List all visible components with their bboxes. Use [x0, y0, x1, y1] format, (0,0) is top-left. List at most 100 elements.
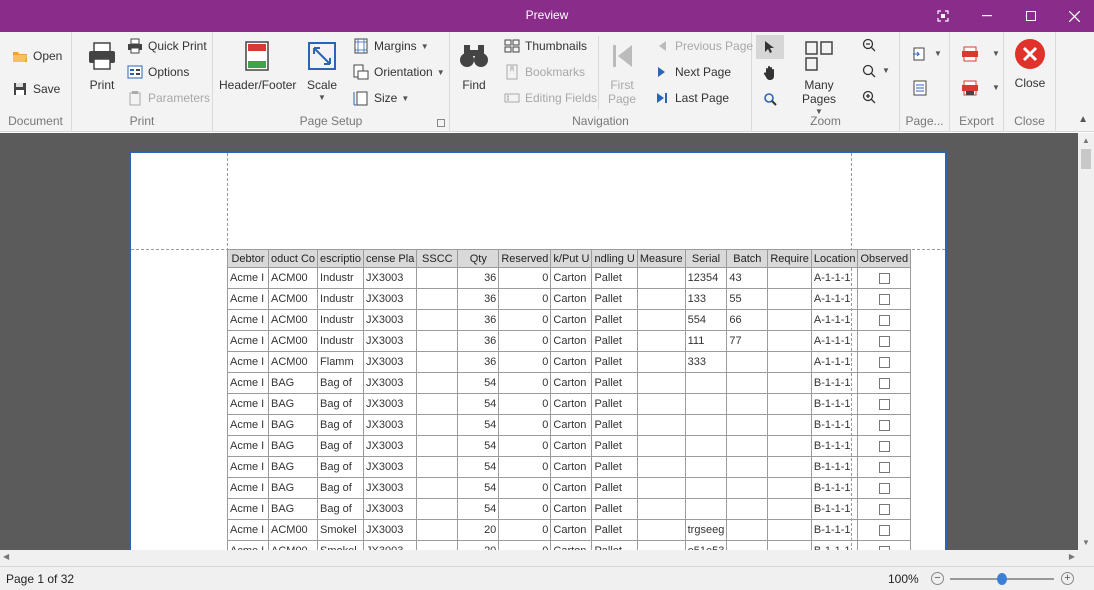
group-caption-page: Page... [905, 114, 944, 128]
table-cell: Acme I [227, 456, 269, 478]
close-window-button[interactable] [1052, 0, 1094, 32]
scroll-left-icon[interactable]: ◀ [3, 552, 9, 561]
last-page-button[interactable]: Last Page [654, 90, 729, 106]
open-button[interactable]: Open [12, 48, 62, 64]
table-cell [767, 330, 812, 352]
table-cell [767, 267, 812, 289]
table-cell: BAG [267, 372, 319, 394]
table-cell: Carton [550, 351, 593, 373]
vertical-scrollbar[interactable]: ▲ ▼ [1078, 133, 1094, 550]
save-button[interactable]: Save [12, 81, 60, 97]
observed-checkbox[interactable] [878, 440, 890, 452]
hand-tool-button[interactable] [756, 61, 784, 85]
bookmarks-button[interactable]: Bookmarks [504, 64, 585, 80]
zoom-dropdown-button[interactable]: ▼ [862, 64, 892, 80]
table-cell: 54 [457, 372, 500, 394]
table-cell: BAG [267, 456, 319, 478]
horizontal-scrollbar[interactable]: ◀ ▶ [0, 550, 1078, 566]
orientation-button[interactable]: Orientation ▼ [353, 64, 445, 80]
zoom-minus-icon[interactable]: − [931, 572, 944, 585]
next-page-label: Next Page [675, 65, 732, 79]
screen-capture-icon[interactable] [921, 0, 965, 32]
send-pdf-button[interactable]: ▼ [962, 80, 1000, 98]
zoom-plus-icon[interactable]: + [1061, 572, 1074, 585]
observed-checkbox[interactable] [878, 314, 890, 326]
zoom-out-button[interactable] [862, 38, 878, 54]
table-cell [726, 540, 769, 550]
table-cell: Carton [550, 288, 593, 310]
print-button[interactable]: Print [78, 40, 126, 92]
table-cell: 36 [457, 330, 500, 352]
table-cell: BAG [267, 498, 319, 520]
table-cell: 54 [457, 414, 500, 436]
size-dropdown-icon: ▼ [401, 93, 410, 103]
table-cell: Acme I [227, 519, 269, 541]
export-pdf-button[interactable]: ▼ [962, 46, 1000, 64]
observed-checkbox[interactable] [878, 272, 890, 284]
previous-page-button[interactable]: Previous Page [654, 38, 753, 54]
table-cell [636, 372, 686, 394]
observed-checkbox[interactable] [878, 377, 890, 389]
table-cell: B-1-1-1 [810, 498, 859, 520]
observed-checkbox[interactable] [878, 524, 890, 536]
observed-cell [857, 498, 912, 520]
observed-checkbox[interactable] [878, 482, 890, 494]
table-cell [416, 267, 459, 289]
close-preview-button[interactable]: Close [1008, 38, 1052, 90]
margins-button[interactable]: Margins ▼ [353, 38, 429, 54]
scale-button[interactable]: Scale ▼ [301, 40, 343, 102]
minimize-button[interactable] [965, 0, 1009, 32]
table-cell: JX3003 [362, 435, 418, 457]
collapse-ribbon-icon[interactable]: ▲ [1078, 114, 1088, 125]
watermark-button[interactable] [912, 80, 928, 96]
pointer-tool-button[interactable] [756, 35, 784, 59]
scale-icon [306, 40, 338, 72]
observed-checkbox[interactable] [878, 293, 890, 305]
quick-print-button[interactable]: Quick Print [127, 38, 207, 54]
table-row: Acme IACM00SmokelJX3003 200CartonPallet e5… [227, 540, 912, 550]
observed-checkbox[interactable] [878, 356, 890, 368]
page-color-button[interactable]: ▼ [912, 46, 942, 62]
editing-fields-icon [504, 90, 520, 106]
table-cell: 0 [498, 519, 552, 541]
group-page: ▼ Page... [900, 32, 950, 132]
table-cell: Acme I [227, 477, 269, 499]
find-button[interactable]: Find [454, 40, 494, 92]
table-cell: Carton [550, 435, 593, 457]
table-cell: BAG [267, 477, 319, 499]
send-dropdown-icon: ▼ [992, 83, 1000, 92]
zoom-slider-thumb[interactable] [997, 573, 1007, 585]
thumbnails-button[interactable]: Thumbnails [504, 38, 587, 54]
vertical-scroll-thumb[interactable] [1081, 149, 1091, 169]
zoom-in-button[interactable] [862, 90, 878, 106]
size-button[interactable]: Size ▼ [353, 90, 409, 106]
observed-checkbox[interactable] [878, 335, 890, 347]
table-cell: ACM00 [267, 540, 319, 550]
column-header: SSCC [416, 249, 459, 268]
scroll-right-icon[interactable]: ▶ [1069, 552, 1075, 561]
header-footer-button[interactable]: Header/Footer [219, 40, 296, 92]
many-pages-button[interactable]: Many Pages ▼ [786, 40, 852, 116]
table-cell: BAG [267, 393, 319, 415]
next-page-button[interactable]: Next Page [654, 64, 731, 80]
observed-checkbox[interactable] [878, 398, 890, 410]
maximize-button[interactable] [1009, 0, 1053, 32]
scroll-up-icon[interactable]: ▲ [1082, 136, 1090, 145]
bookmarks-label: Bookmarks [525, 65, 586, 79]
observed-checkbox[interactable] [878, 461, 890, 473]
scroll-down-icon[interactable]: ▼ [1082, 538, 1090, 547]
observed-checkbox[interactable] [878, 419, 890, 431]
document-viewer[interactable]: Debtor oduct Co escriptio cense Pla SSCC Qty R… [0, 133, 1094, 550]
observed-cell [857, 351, 912, 373]
zoom-percentage[interactable]: 100% [888, 572, 919, 586]
magnifier-tool-button[interactable] [756, 87, 784, 111]
first-page-button[interactable]: First Page [602, 40, 642, 106]
observed-checkbox[interactable] [878, 503, 890, 515]
page-setup-launcher-icon[interactable] [437, 119, 445, 127]
observed-cell [857, 372, 912, 394]
options-button[interactable]: Options [127, 64, 189, 80]
table-cell: 0 [498, 540, 552, 550]
parameters-button[interactable]: Parameters [127, 90, 210, 106]
table-row: Acme I BAG Bag of JX3003 54 0 Carton Pallet B-1-… [227, 477, 912, 499]
editing-fields-button[interactable]: Editing Fields [504, 90, 597, 106]
